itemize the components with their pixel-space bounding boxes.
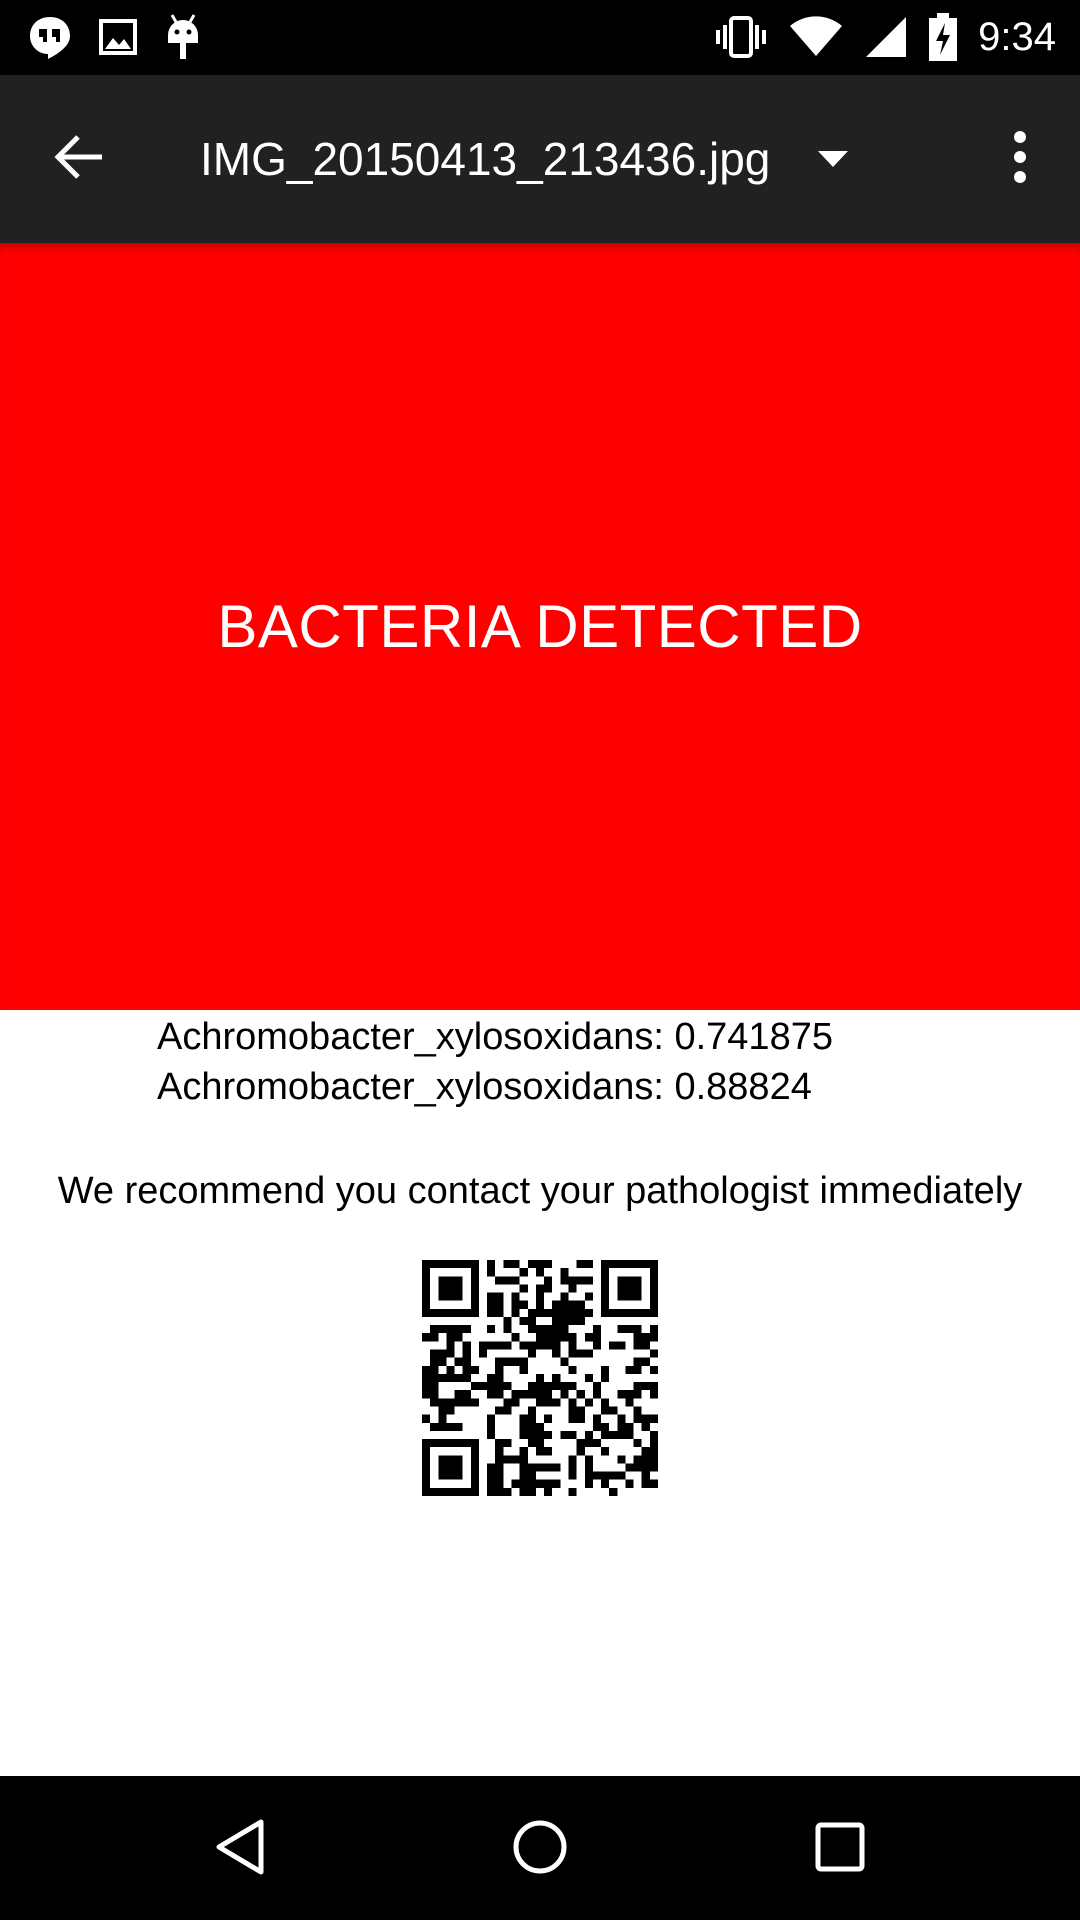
battery-charging-icon — [928, 13, 958, 61]
toolbar: IMG_20150413_213436.jpg — [0, 75, 1080, 243]
bacteria-alert-banner: BACTERIA DETECTED — [0, 243, 1080, 1010]
navigation-bar — [0, 1776, 1080, 1920]
detection-results: Achromobacter_xylosoxidans: 0.741875 Ach… — [157, 1012, 1057, 1112]
hangouts-icon — [28, 15, 72, 59]
result-line: Achromobacter_xylosoxidans: 0.741875 — [157, 1016, 833, 1058]
android-debug-icon — [164, 13, 202, 61]
arrow-back-icon — [54, 133, 106, 186]
gallery-icon — [98, 18, 138, 56]
back-button[interactable] — [40, 119, 120, 199]
qr-code — [422, 1260, 658, 1496]
signal-icon — [864, 15, 908, 59]
screen: 9:34 IMG_20150413_213436.jpg BACTERIA DE… — [0, 0, 1080, 1920]
status-bar: 9:34 — [0, 0, 1080, 75]
nav-home-button[interactable] — [495, 1804, 585, 1894]
dropdown-arrow-icon — [818, 151, 849, 167]
recommendation-text: We recommend you contact your pathologis… — [57, 1170, 1023, 1212]
status-right-icons: 9:34 — [714, 12, 1056, 62]
status-time: 9:34 — [978, 15, 1056, 59]
result-line: Achromobacter_xylosoxidans: 0.88824 — [157, 1066, 812, 1108]
home-circle-icon — [512, 1819, 568, 1880]
overflow-menu-button[interactable] — [980, 119, 1060, 199]
back-triangle-icon — [213, 1818, 267, 1881]
status-left-icons — [28, 12, 202, 62]
alert-text: BACTERIA DETECTED — [217, 593, 863, 660]
nav-recents-button[interactable] — [795, 1804, 885, 1894]
vibrate-icon — [714, 15, 768, 59]
toolbar-title: IMG_20150413_213436.jpg — [200, 133, 771, 185]
recents-square-icon — [815, 1822, 865, 1877]
file-title-dropdown[interactable]: IMG_20150413_213436.jpg — [200, 119, 849, 199]
more-vert-icon — [1012, 130, 1028, 188]
wifi-icon — [788, 16, 844, 58]
nav-back-button[interactable] — [195, 1804, 285, 1894]
